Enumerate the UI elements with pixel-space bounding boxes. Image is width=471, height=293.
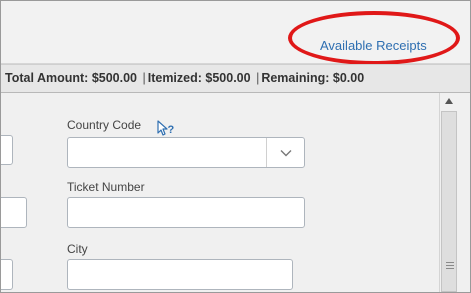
right-gutter (458, 93, 470, 292)
total-amount-value: $500.00 (91, 71, 137, 85)
vertical-scrollbar[interactable] (439, 93, 458, 292)
totals-bar: Total Amount: $500.00 | Itemized: $500.00… (1, 64, 470, 93)
country-code-dropdown-button[interactable] (266, 138, 304, 167)
left-column-field-2[interactable] (1, 197, 27, 228)
left-column-field-1[interactable] (1, 135, 13, 165)
help-cursor-icon[interactable]: ? (156, 119, 176, 137)
header-bar: Available Receipts (1, 1, 470, 65)
total-amount-label: Total Amount: (5, 71, 89, 85)
ticket-number-label: Ticket Number (67, 180, 145, 194)
remaining-label: Remaining: (261, 71, 330, 85)
itemized-label: Itemized: (147, 71, 202, 85)
arrow-up-icon (445, 98, 453, 104)
ticket-number-input[interactable] (67, 197, 305, 228)
totals-summary: Total Amount: $500.00 | Itemized: $500.00… (5, 65, 364, 92)
country-code-select[interactable] (67, 137, 305, 168)
scrollbar-thumb[interactable] (441, 111, 457, 292)
city-label: City (67, 242, 88, 256)
chevron-down-icon (280, 149, 291, 156)
remaining-value: $0.00 (332, 71, 365, 85)
left-column-field-3[interactable] (1, 259, 13, 290)
city-input[interactable] (67, 259, 293, 290)
country-code-label: Country Code (67, 118, 142, 132)
scrollbar-grip-icon (446, 262, 454, 271)
expense-form-window: Available Receipts Total Amount: $500.00… (0, 0, 471, 293)
totals-separator: | (142, 71, 146, 85)
itemized-value: $500.00 (205, 71, 251, 85)
scroll-up-button[interactable] (440, 93, 458, 109)
svg-text:?: ? (168, 124, 175, 136)
highlight-annotation-circle (288, 11, 460, 65)
